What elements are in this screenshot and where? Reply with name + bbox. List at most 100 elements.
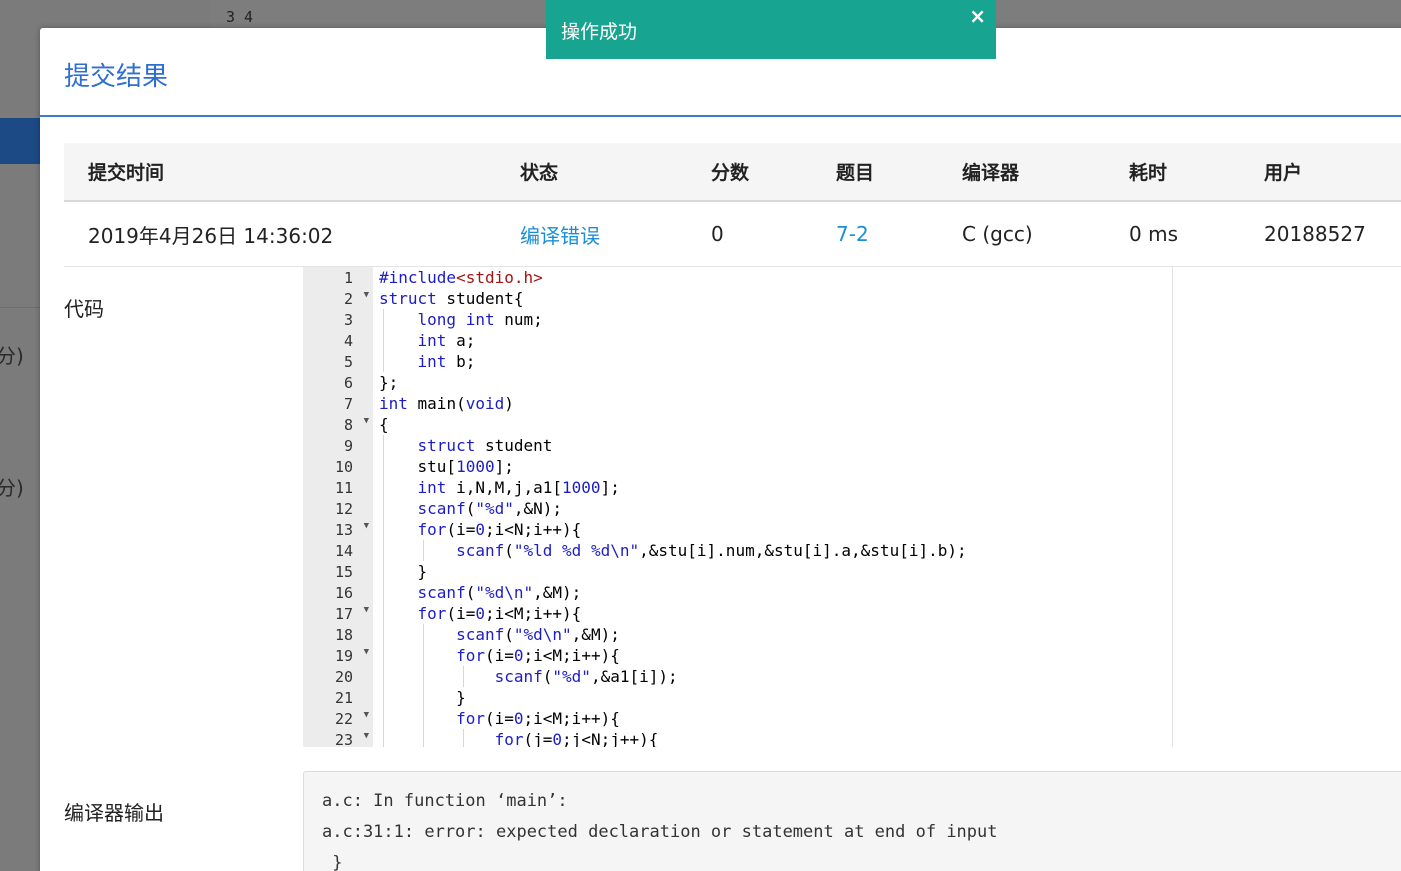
code-line: struct student{ xyxy=(379,289,524,308)
header-elapsed: 耗时 xyxy=(1129,162,1168,184)
compiler-output: a.c: In function ‘main’: a.c:31:1: error… xyxy=(303,771,1401,871)
indent-guide xyxy=(383,687,384,708)
user-id: 20188527 xyxy=(1264,222,1366,246)
code-line: for(i=0;i<N;i++){ xyxy=(417,520,582,539)
compiler-output-line: a.c: In function ‘main’: xyxy=(322,791,568,811)
indent-guide xyxy=(462,666,464,687)
line-number-text: 17 xyxy=(334,605,353,623)
line-number: 10 xyxy=(303,456,373,477)
line-number: 9 xyxy=(303,435,373,456)
indent-guide xyxy=(422,645,424,666)
line-number-text: 13 xyxy=(334,521,353,539)
code-line: for(i=0;i<M;i++){ xyxy=(456,646,620,665)
line-number-text: 18 xyxy=(334,626,353,644)
code-line: int i,N,M,j,a1[1000]; xyxy=(417,478,620,497)
line-number: 16 xyxy=(303,582,373,603)
indent-guide xyxy=(422,666,424,687)
line-number-text: 6 xyxy=(343,374,353,392)
line-number-text: 8 xyxy=(343,416,353,434)
line-number-text: 2 xyxy=(343,290,353,308)
table-row: 2019年4月26日 14:36:02 编译错误 0 7-2 C (gcc) 0… xyxy=(64,202,1401,267)
line-number-text: 20 xyxy=(334,668,353,686)
code-line: }; xyxy=(379,373,399,392)
line-number-text: 15 xyxy=(334,563,353,581)
indent-guide xyxy=(422,540,424,561)
line-number: 20 xyxy=(303,666,373,687)
indent-guide xyxy=(383,540,384,561)
fold-arrow-icon[interactable]: ▼ xyxy=(364,416,369,426)
line-number: 15 xyxy=(303,561,373,582)
indent-guide xyxy=(422,729,424,747)
line-number: 13 ▼ xyxy=(303,519,373,540)
indent-guide xyxy=(383,351,384,372)
code-line: int main(void) xyxy=(379,394,514,413)
background-code-fragment: 3 4 xyxy=(226,8,254,26)
line-number: 18 xyxy=(303,624,373,645)
line-number-text: 1 xyxy=(343,269,353,287)
line-number: 8 ▼ xyxy=(303,414,373,435)
fold-arrow-icon[interactable]: ▼ xyxy=(364,710,369,720)
code-line: } xyxy=(379,562,428,581)
line-number-text: 11 xyxy=(334,479,353,497)
indent-guide xyxy=(383,624,384,645)
fold-arrow-icon[interactable]: ▼ xyxy=(364,647,369,657)
line-number: 6 xyxy=(303,372,373,393)
code-line: struct student xyxy=(417,436,553,455)
code-line: int a; xyxy=(417,331,476,350)
indent-guide xyxy=(462,729,464,747)
indent-guide xyxy=(383,729,384,747)
line-number: 23 ▼ xyxy=(303,729,373,747)
indent-guide xyxy=(422,624,424,645)
line-number-text: 12 xyxy=(334,500,353,518)
background-nav-active xyxy=(0,118,40,164)
line-number: 17 ▼ xyxy=(303,603,373,624)
header-status: 状态 xyxy=(520,162,559,184)
close-icon[interactable]: × xyxy=(969,4,986,28)
line-number: 1 xyxy=(303,267,373,288)
code-line: stu[1000]; xyxy=(379,457,514,476)
header-submit-time: 提交时间 xyxy=(88,162,165,184)
line-number: 7 xyxy=(303,393,373,414)
status-link[interactable]: 编译错误 xyxy=(520,202,600,266)
code-line: for(i=0;i<M;i++){ xyxy=(417,604,582,623)
fold-arrow-icon[interactable]: ▼ xyxy=(364,290,369,300)
line-number-text: 7 xyxy=(343,395,353,413)
line-number-text: 14 xyxy=(334,542,353,560)
code-line: for(j=0;j<N;j++){ xyxy=(494,730,659,747)
modal-title: 提交结果 xyxy=(64,62,169,92)
line-number: 2 ▼ xyxy=(303,288,373,309)
line-number: 14 xyxy=(303,540,373,561)
problem-link[interactable]: 7-2 xyxy=(836,202,869,266)
line-number-text: 3 xyxy=(343,311,353,329)
success-toast: 操作成功 × xyxy=(546,0,996,59)
line-number-text: 10 xyxy=(334,458,353,476)
code-line: #include<stdio.h> xyxy=(379,268,543,287)
indent-guide xyxy=(383,435,384,456)
line-number: 4 xyxy=(303,330,373,351)
compiler-output-line: } xyxy=(322,853,343,871)
indent-guide xyxy=(383,582,384,603)
indent-guide xyxy=(383,330,384,351)
indent-guide xyxy=(383,561,384,582)
fold-arrow-icon[interactable]: ▼ xyxy=(364,605,369,615)
line-number-text: 4 xyxy=(343,332,353,350)
table-header: 提交时间 状态 分数 题目 编译器 耗时 用户 xyxy=(64,143,1401,202)
background-score-text: 分) xyxy=(0,344,24,368)
code-line: long int num; xyxy=(417,310,543,329)
editor-code-area[interactable]: #include<stdio.h> struct student{ long in… xyxy=(379,267,1172,747)
indent-guide xyxy=(422,687,424,708)
line-number-text: 23 xyxy=(334,731,353,747)
line-number: 3 xyxy=(303,309,373,330)
fold-arrow-icon[interactable]: ▼ xyxy=(364,731,369,741)
fold-arrow-icon[interactable]: ▼ xyxy=(364,521,369,531)
indent-guide xyxy=(383,309,384,330)
line-number-text: 22 xyxy=(334,710,353,728)
background-score-text: 分) xyxy=(0,476,24,500)
indent-guide xyxy=(383,456,384,477)
code-editor[interactable]: 1 2 ▼ 3 4 5 6 7 8 ▼ 9 10 11 12 13 ▼ 14 15 16 17 ▼ 18 19 ▼ 20 21 22… xyxy=(303,267,1173,747)
code-line: scanf("%d\n",&M); xyxy=(417,583,582,602)
indent-guide xyxy=(383,708,384,729)
code-line: scanf("%d\n",&M); xyxy=(456,625,620,644)
code-label: 代码 xyxy=(64,297,104,321)
line-number: 11 xyxy=(303,477,373,498)
